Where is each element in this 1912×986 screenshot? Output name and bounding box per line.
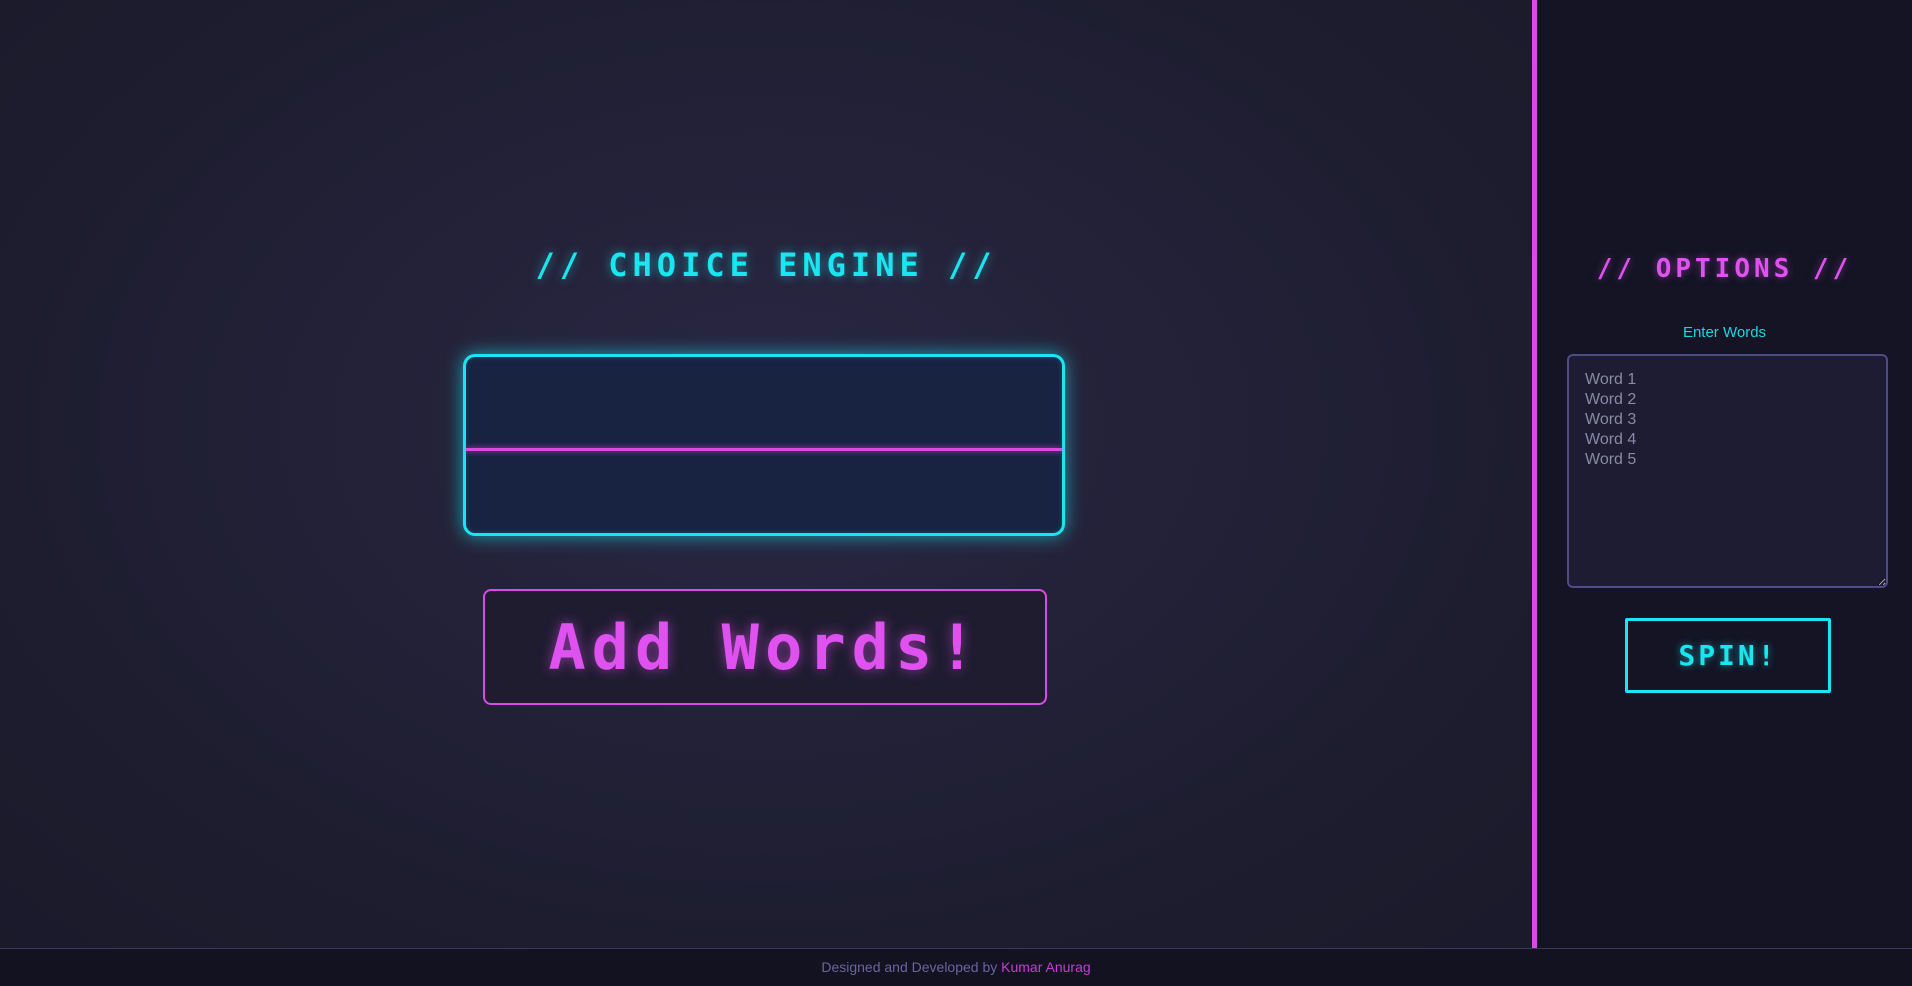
footer: Designed and Developed by Kumar Anurag: [0, 948, 1912, 986]
options-sidebar: // OPTIONS // Enter Words SPIN!: [1532, 0, 1912, 948]
footer-author: Kumar Anurag: [1001, 959, 1091, 975]
spin-button[interactable]: SPIN!: [1625, 618, 1831, 693]
add-words-message: Add Words!: [483, 589, 1047, 705]
app-root: // CHOICE ENGINE // Add Words! // OPTION…: [0, 0, 1912, 986]
options-title: // OPTIONS //: [1596, 254, 1853, 284]
page-title: // CHOICE ENGINE //: [535, 246, 997, 284]
footer-credit: Designed and Developed by: [821, 959, 998, 975]
main-area: // CHOICE ENGINE // Add Words!: [0, 0, 1532, 950]
enter-words-label: Enter Words: [1682, 324, 1767, 341]
result-display: [463, 354, 1065, 536]
words-textarea[interactable]: [1567, 354, 1888, 588]
add-words-label: Add Words!: [548, 610, 982, 684]
selection-line: [466, 448, 1062, 451]
